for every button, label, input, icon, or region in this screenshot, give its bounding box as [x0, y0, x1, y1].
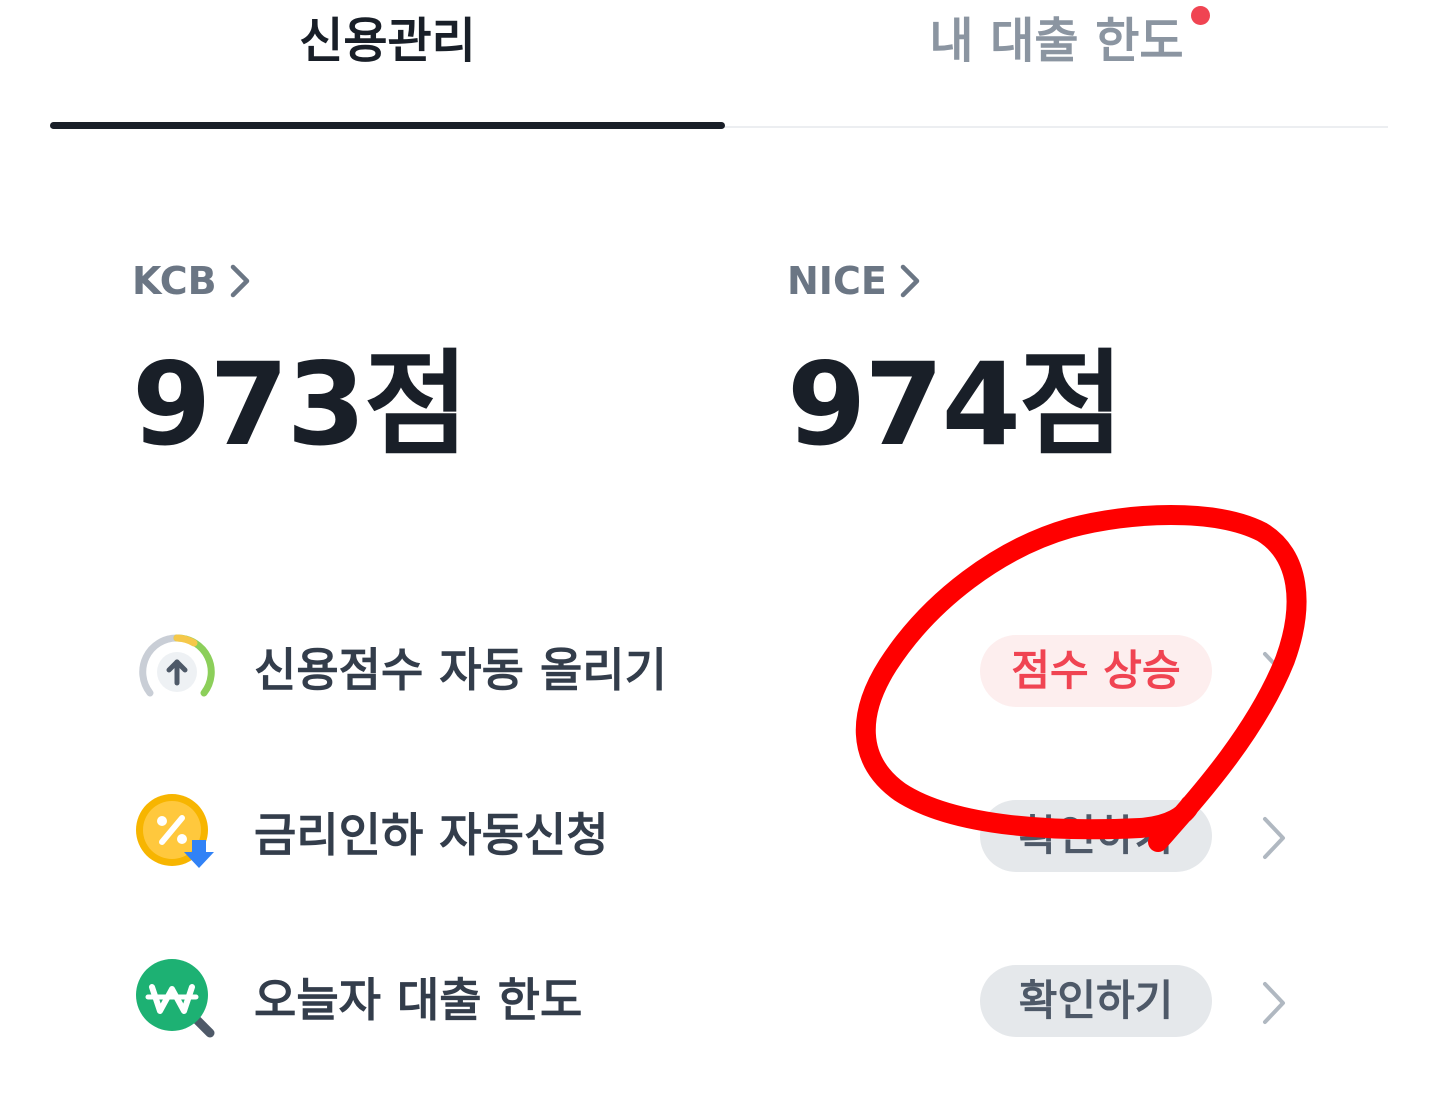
tab-credit-management[interactable]: 신용관리: [50, 6, 725, 76]
list-item-auto-raise-score[interactable]: 신용점수 자동 올리기 점수 상승: [132, 600, 1302, 740]
nice-score-card[interactable]: NICE 974점: [787, 255, 1124, 471]
list-item-auto-rate-cut[interactable]: 금리인하 자동신청 확인하기: [132, 765, 1302, 905]
kcb-score-value: 973점: [132, 338, 469, 471]
chevron-right-icon: [900, 264, 920, 298]
nice-link[interactable]: NICE: [787, 255, 1122, 307]
tab-credit-management-label: 신용관리: [299, 13, 476, 69]
tab-bar: 신용관리 내 대출 한도: [50, 0, 1388, 130]
list-item-title: 신용점수 자동 올리기: [254, 643, 667, 697]
new-badge-dot: [1190, 6, 1210, 25]
list-item-title: 오늘자 대출 한도: [254, 973, 583, 1027]
kcb-label: KCB: [132, 259, 217, 303]
chevron-right-icon: [230, 264, 249, 298]
check-button[interactable]: 확인하기: [980, 800, 1212, 872]
chevron-right-icon: [1263, 817, 1285, 859]
score-up-badge[interactable]: 점수 상승: [980, 635, 1212, 707]
check-button[interactable]: 확인하기: [980, 965, 1212, 1037]
won-search-icon: [136, 959, 215, 1038]
kcb-link[interactable]: KCB: [132, 255, 467, 307]
chevron-right-icon: [1263, 982, 1285, 1024]
nice-score-value: 974점: [787, 338, 1124, 471]
gauge-arrow-up-icon: [139, 634, 215, 697]
tab-my-loan-limit-label: 내 대출 한도: [929, 13, 1184, 69]
list-item-title: 금리인하 자동신청: [254, 808, 609, 862]
list-item-today-loan-limit[interactable]: 오늘자 대출 한도 확인하기: [132, 930, 1302, 1070]
nice-label: NICE: [787, 259, 887, 303]
percent-coin-down-icon: [136, 794, 214, 868]
active-tab-indicator: [50, 122, 725, 129]
chevron-right-icon: [1263, 652, 1285, 694]
tab-my-loan-limit[interactable]: 내 대출 한도: [725, 6, 1388, 76]
kcb-score-card[interactable]: KCB 973점: [132, 255, 469, 471]
